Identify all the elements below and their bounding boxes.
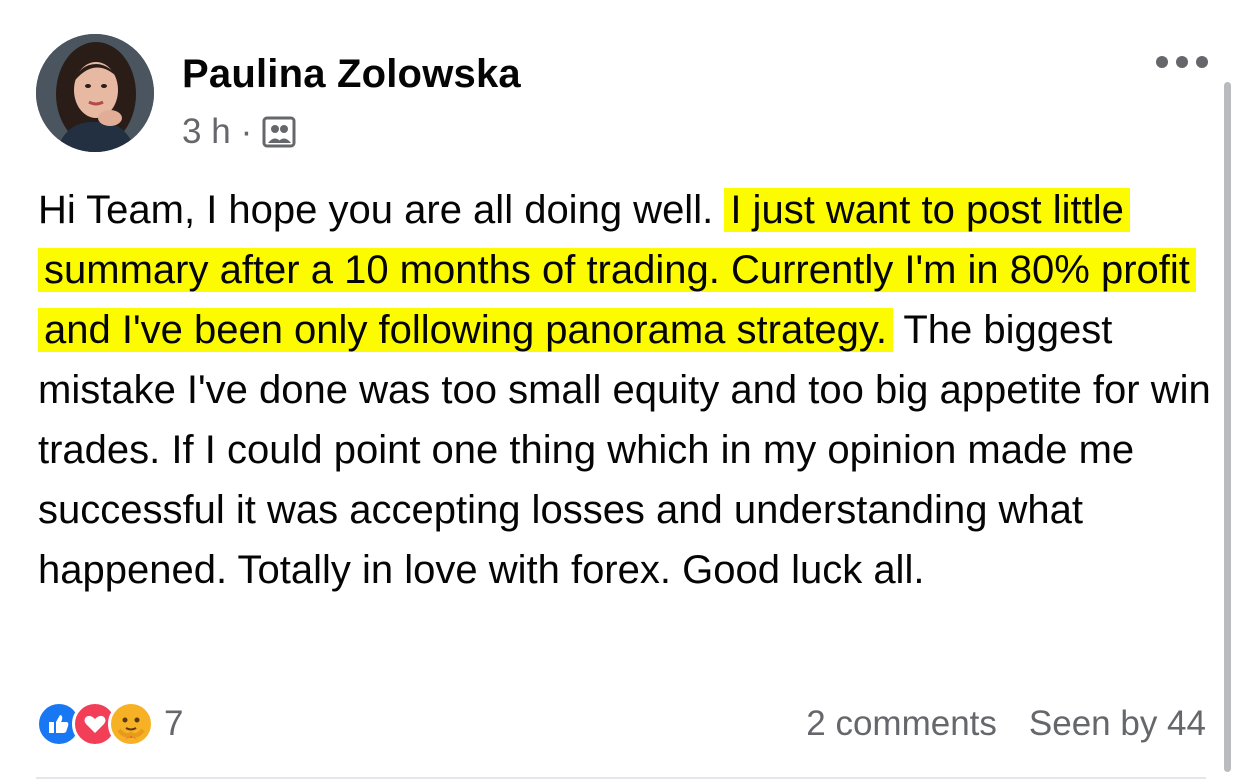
scrollbar[interactable] bbox=[1224, 82, 1231, 772]
reactions-summary[interactable] bbox=[36, 701, 154, 747]
more-options-button[interactable] bbox=[1156, 54, 1208, 70]
post-meta: 3 h · bbox=[182, 112, 296, 152]
post-footer: 7 2 comments Seen by 44 bbox=[36, 696, 1206, 752]
reaction-count[interactable]: 7 bbox=[164, 704, 183, 744]
care-icon bbox=[108, 701, 154, 747]
post-body: Hi Team, I hope you are all doing well. … bbox=[38, 180, 1218, 600]
more-dot-icon bbox=[1156, 56, 1168, 68]
avatar-photo bbox=[36, 34, 154, 152]
comments-link[interactable]: 2 comments bbox=[806, 704, 997, 744]
author-avatar[interactable] bbox=[36, 34, 154, 152]
seen-by-count[interactable]: Seen by 44 bbox=[1029, 704, 1206, 744]
divider bbox=[36, 777, 1206, 779]
group-icon[interactable] bbox=[262, 115, 296, 149]
post-time[interactable]: 3 h bbox=[182, 112, 231, 152]
more-dot-icon bbox=[1196, 56, 1208, 68]
post-body-intro: Hi Team, I hope you are all doing well. bbox=[38, 188, 714, 232]
meta-separator: · bbox=[240, 112, 253, 151]
author-name[interactable]: Paulina Zolowska bbox=[182, 52, 521, 97]
more-dot-icon bbox=[1176, 56, 1188, 68]
